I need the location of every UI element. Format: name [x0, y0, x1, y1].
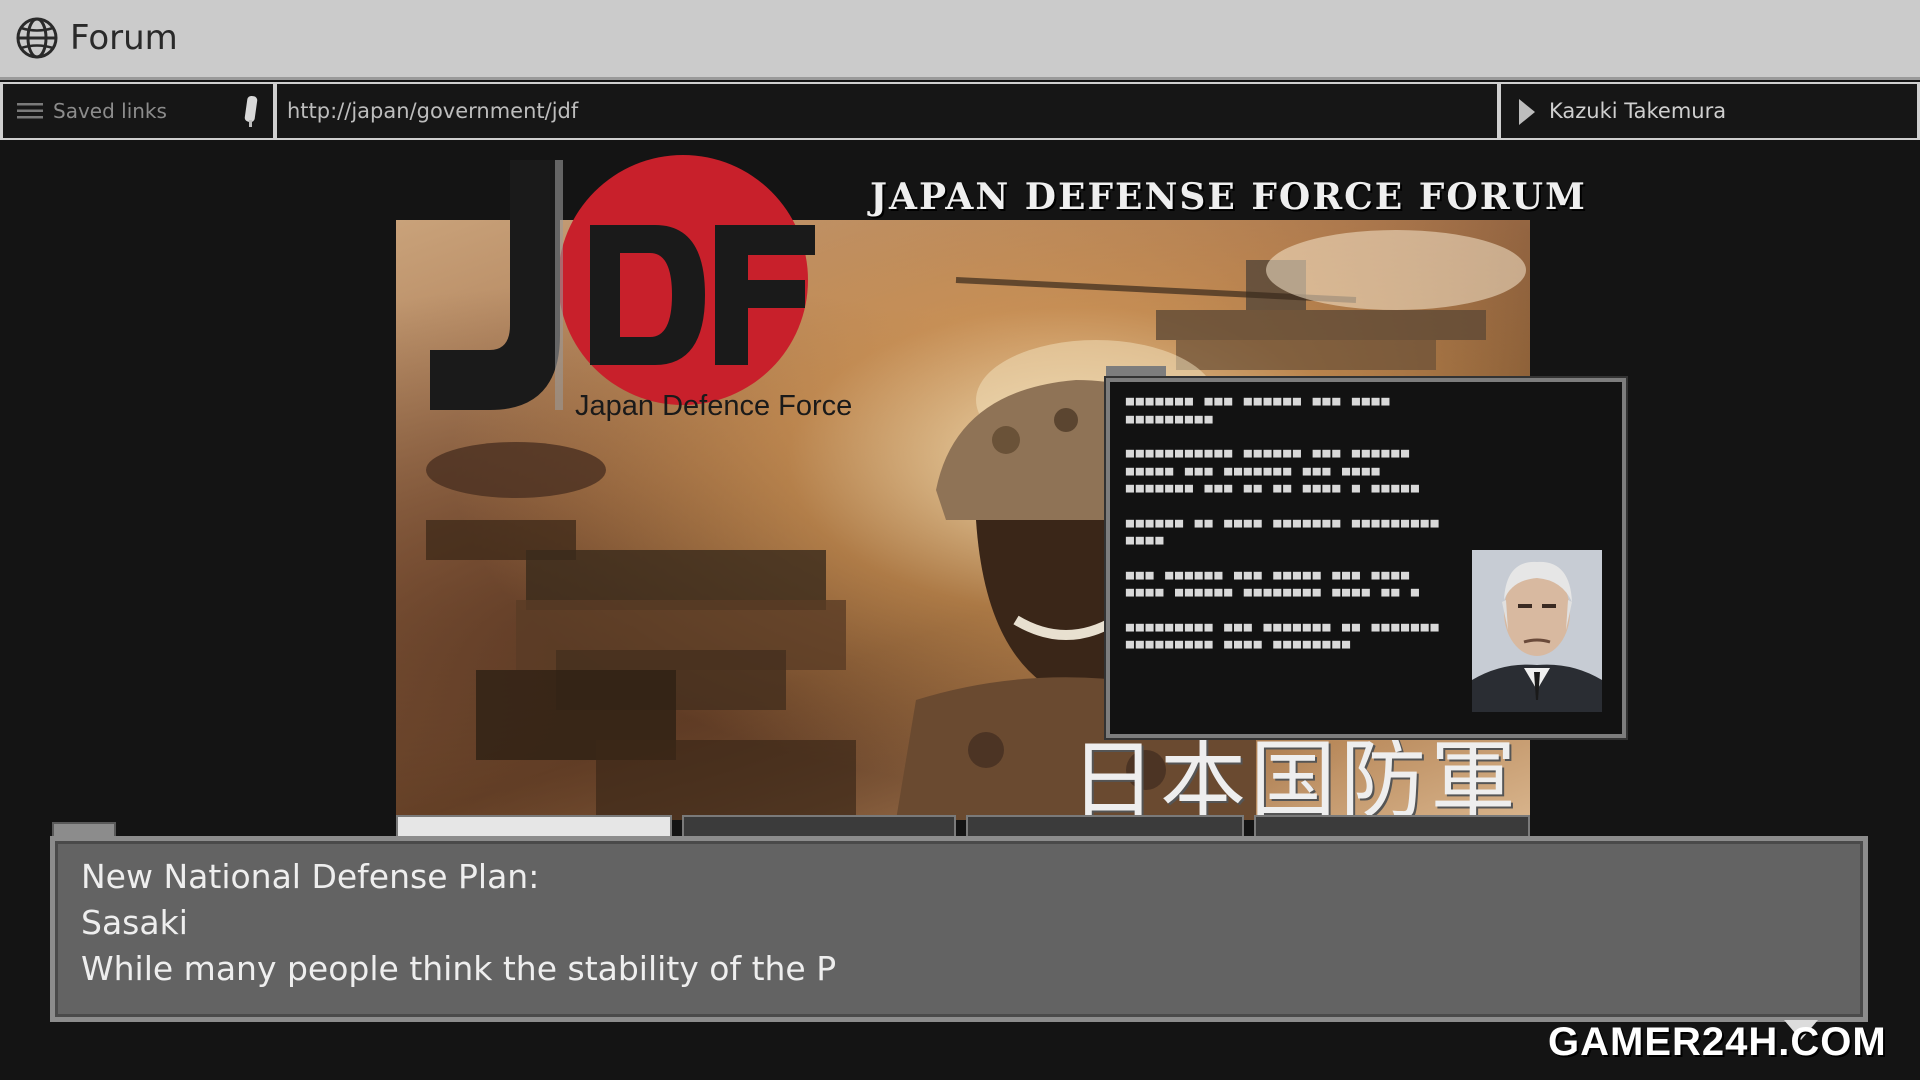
saved-links-button[interactable]: Saved links: [3, 84, 273, 138]
popup-paragraph: ▀▀▀ ▀▀▀▀▀▀ ▀▀▀ ▀▀▀▀▀ ▀▀▀ ▀▀▀▀ ▀▀▀▀ ▀▀▀▀▀…: [1126, 572, 1421, 606]
globe-icon: [16, 17, 58, 59]
popup-paragraph: ▀▀▀▀▀▀▀▀▀▀▀ ▀▀▀▀▀▀ ▀▀▀ ▀▀▀▀▀▀ ▀▀▀▀▀ ▀▀▀ …: [1126, 451, 1421, 501]
forum-heading: JAPAN DEFENSE FORCE FORUM: [870, 176, 1587, 218]
dialogue-speaker: Sasaki: [81, 903, 188, 942]
pin-icon[interactable]: [243, 94, 259, 128]
popup-text: ▀▀▀▀▀▀▀ ▀▀▀ ▀▀▀▀▀▀ ▀▀▀ ▀▀▀▀ ▀▀▀▀▀▀▀▀▀ ▀▀…: [1126, 398, 1456, 676]
user-name: Kazuki Takemura: [1549, 99, 1727, 123]
dialogue-line-1: New National Defense Plan:: [81, 857, 540, 896]
character-info-popup: ▀▀▀▀▀▀▀ ▀▀▀ ▀▀▀▀▀▀ ▀▀▀ ▀▀▀▀ ▀▀▀▀▀▀▀▀▀ ▀▀…: [1106, 378, 1626, 738]
user-profile-button[interactable]: Kazuki Takemura: [1501, 84, 1917, 138]
popup-paragraph: ▀▀▀▀▀▀ ▀▀ ▀▀▀▀ ▀▀▀▀▀▀▀ ▀▀▀▀▀▀▀▀▀ ▀▀▀▀: [1126, 520, 1441, 554]
app-title: Forum: [70, 18, 178, 58]
window-titlebar: Forum: [0, 0, 1920, 80]
dialogue-box[interactable]: New National Defense Plan: Sasaki While …: [50, 836, 1868, 1022]
jdf-logo-subtitle: Japan Defence Force: [575, 390, 853, 422]
address-bar-url: http://japan/government/jdf: [287, 99, 579, 123]
popup-paragraph: ▀▀▀▀▀▀▀▀▀ ▀▀▀ ▀▀▀▀▀▀▀ ▀▀ ▀▀▀▀▀▀▀ ▀▀▀▀▀▀▀…: [1126, 624, 1441, 658]
popup-paragraph: ▀▀▀▀▀▀▀ ▀▀▀ ▀▀▀▀▀▀ ▀▀▀ ▀▀▀▀ ▀▀▀▀▀▀▀▀▀: [1126, 399, 1392, 432]
navigation-bar: Saved links http://japan/government/jdf …: [0, 82, 1920, 140]
watermark: GAMER24H.COM: [1548, 1020, 1887, 1064]
dialogue-line-3: While many people think the stability of…: [81, 949, 837, 988]
character-portrait: [1472, 550, 1602, 712]
play-arrow-icon: [1519, 99, 1535, 125]
address-bar[interactable]: http://japan/government/jdf: [277, 84, 1497, 138]
saved-links-label: Saved links: [53, 99, 167, 123]
menu-icon: [17, 103, 43, 119]
jdf-logo: [430, 155, 815, 410]
